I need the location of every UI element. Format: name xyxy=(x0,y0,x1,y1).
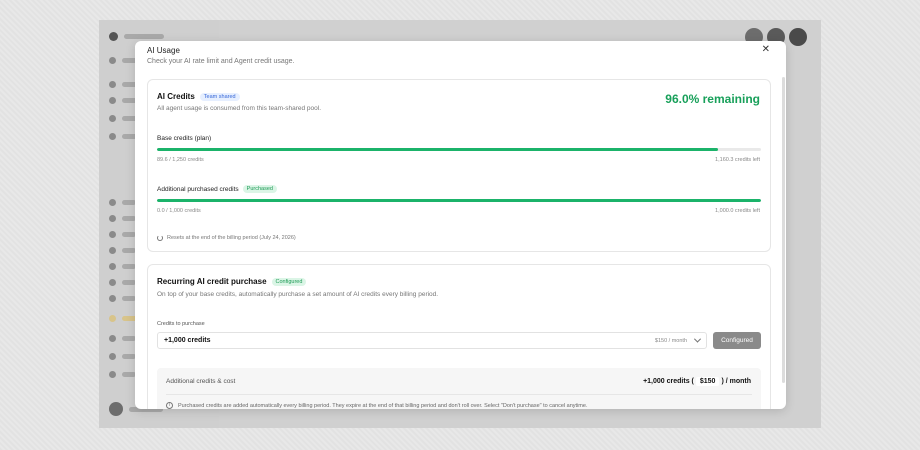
additional-credits-used: 0.0 / 1,000 credits xyxy=(157,208,201,214)
ai-usage-modal: AI Usage Check your AI rate limit and Ag… xyxy=(135,41,786,409)
cost-summary: Additional credits & cost +1,000 credits… xyxy=(157,368,761,409)
additional-credits-row: Additional purchased credits Purchased xyxy=(157,185,277,193)
info-icon: i xyxy=(166,402,173,409)
remaining-percentage: 96.0% remaining xyxy=(665,92,760,106)
purchased-badge: Purchased xyxy=(242,185,277,193)
sidebar-icon xyxy=(109,214,116,222)
sidebar-icon xyxy=(109,80,116,88)
modal-scrollbar[interactable] xyxy=(782,77,785,383)
base-credits-label: Base credits (plan) xyxy=(157,135,212,142)
summary-label: Additional credits & cost xyxy=(166,378,236,385)
sidebar-icon xyxy=(109,230,116,238)
sidebar-item-active xyxy=(109,314,138,322)
sidebar-icon xyxy=(109,56,116,64)
ai-credits-description: All agent usage is consumed from this te… xyxy=(157,105,322,112)
sidebar-workspace xyxy=(109,31,164,41)
refresh-icon xyxy=(157,235,163,241)
sidebar-icon xyxy=(109,352,116,360)
credits-select-price: $150 / month xyxy=(654,337,687,344)
base-credits-progress-fill xyxy=(157,148,718,151)
ai-credits-title: AI Credits xyxy=(157,92,195,101)
base-credits-progress xyxy=(157,148,761,151)
recurring-purchase-card: Recurring AI credit purchase Configured … xyxy=(147,264,771,409)
recurring-title-row: Recurring AI credit purchase Configured xyxy=(157,277,307,286)
additional-credits-label: Additional purchased credits xyxy=(157,185,239,193)
sidebar-icon xyxy=(109,96,116,104)
base-credits-used: 89.6 / 1,250 credits xyxy=(157,157,204,163)
credits-select-value: +1,000 credits xyxy=(164,337,211,344)
summary-prefix: +1,000 credits ( xyxy=(643,378,694,385)
ai-credits-card: AI Credits Team shared All agent usage i… xyxy=(147,79,771,252)
ai-credits-title-row: AI Credits Team shared xyxy=(157,92,240,101)
info-note: i Purchased credits are added automatica… xyxy=(166,402,587,409)
info-note-text: Purchased credits are added automaticall… xyxy=(178,402,588,409)
sidebar-icon xyxy=(109,314,116,322)
reset-note: Resets at the end of the billing period … xyxy=(157,235,296,241)
team-shared-badge: Team shared xyxy=(199,92,240,101)
credits-to-purchase-label: Credits to purchase xyxy=(157,321,205,327)
workspace-icon xyxy=(109,31,118,41)
sidebar-icon xyxy=(109,278,116,286)
summary-value: +1,000 credits ( $150 ) / month xyxy=(643,377,751,386)
summary-price: $150 xyxy=(695,377,720,386)
additional-credits-progress xyxy=(157,199,761,202)
sidebar-icon xyxy=(109,370,116,378)
sidebar-icon xyxy=(109,198,116,206)
credits-select[interactable]: +1,000 credits $150 / month xyxy=(157,332,707,349)
close-icon[interactable]: ✕ xyxy=(762,44,770,55)
sidebar-icon xyxy=(109,262,116,270)
chevron-down-icon xyxy=(693,335,702,343)
avatar xyxy=(109,402,123,416)
sidebar-icon xyxy=(109,132,116,140)
close-button[interactable]: ✕ xyxy=(762,44,770,55)
additional-credits-left: 1,000.0 credits left xyxy=(715,208,760,214)
modal-subtitle: Check your AI rate limit and Agent credi… xyxy=(147,58,295,65)
configured-badge: Configured xyxy=(271,277,307,286)
recurring-description: On top of your base credits, automatical… xyxy=(157,291,439,298)
additional-credits-progress-fill xyxy=(157,199,761,202)
avatar xyxy=(789,28,807,46)
summary-suffix: ) / month xyxy=(721,378,751,385)
sidebar-icon xyxy=(109,334,116,342)
reset-note-text: Resets at the end of the billing period … xyxy=(167,235,296,241)
base-credits-left: 1,160.3 credits left xyxy=(715,157,760,163)
sidebar-icon xyxy=(109,246,116,254)
configured-button[interactable]: Configured xyxy=(713,332,761,349)
recurring-title: Recurring AI credit purchase xyxy=(157,277,267,286)
modal-title: AI Usage xyxy=(147,46,180,55)
summary-divider xyxy=(166,394,752,395)
sidebar-icon xyxy=(109,294,116,302)
sidebar-icon xyxy=(109,114,116,122)
